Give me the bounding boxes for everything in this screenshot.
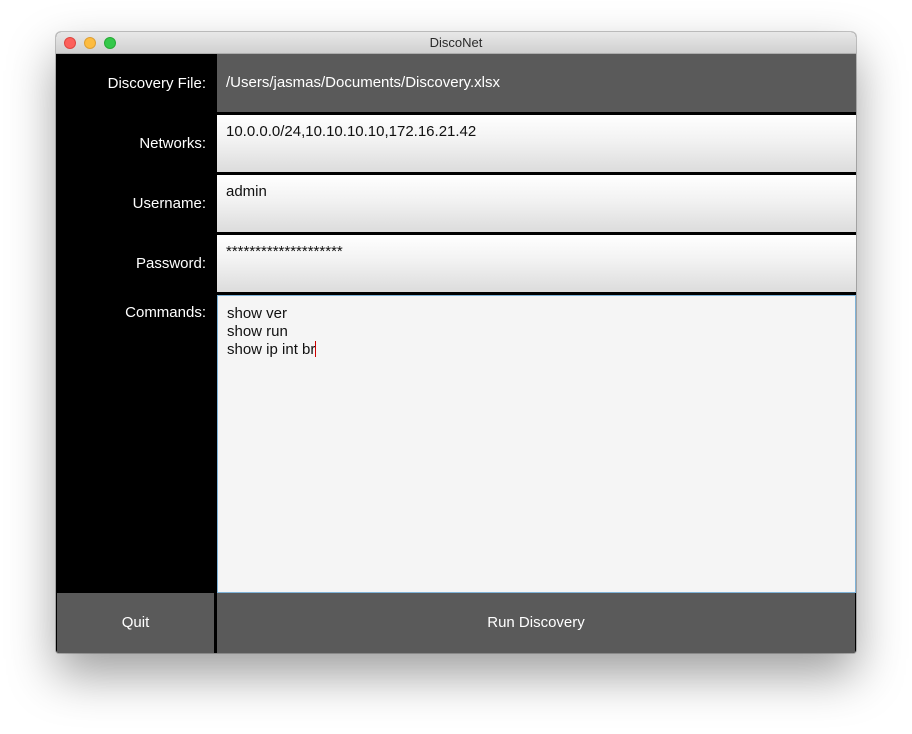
password-label: Password: [135,255,206,272]
text-cursor [315,341,317,357]
discovery-file-label: Discovery File: [107,75,206,92]
window-title: DiscoNet [429,35,483,50]
networks-input[interactable]: 10.0.0.0/24,10.10.10.10,172.16.21.42 [217,115,856,172]
discovery-file-button[interactable]: /Users/jasmas/Documents/Discovery.xlsx [217,54,856,112]
commands-textarea[interactable]: show ver show run show ip int br [217,295,856,593]
password-input[interactable]: ******************** [217,235,856,292]
username-label: Username: [132,195,206,212]
quit-button[interactable]: Quit [57,593,214,653]
commands-text: show ver show run show ip int br [227,305,316,358]
title-bar[interactable]: DiscoNet [56,32,856,54]
commands-label: Commands: [125,304,206,321]
app-window: DiscoNet Discovery File: /Users/jasmas/D… [56,32,856,653]
networks-label: Networks: [139,135,206,152]
run-discovery-button[interactable]: Run Discovery [217,593,855,653]
username-input[interactable]: admin [217,175,856,232]
